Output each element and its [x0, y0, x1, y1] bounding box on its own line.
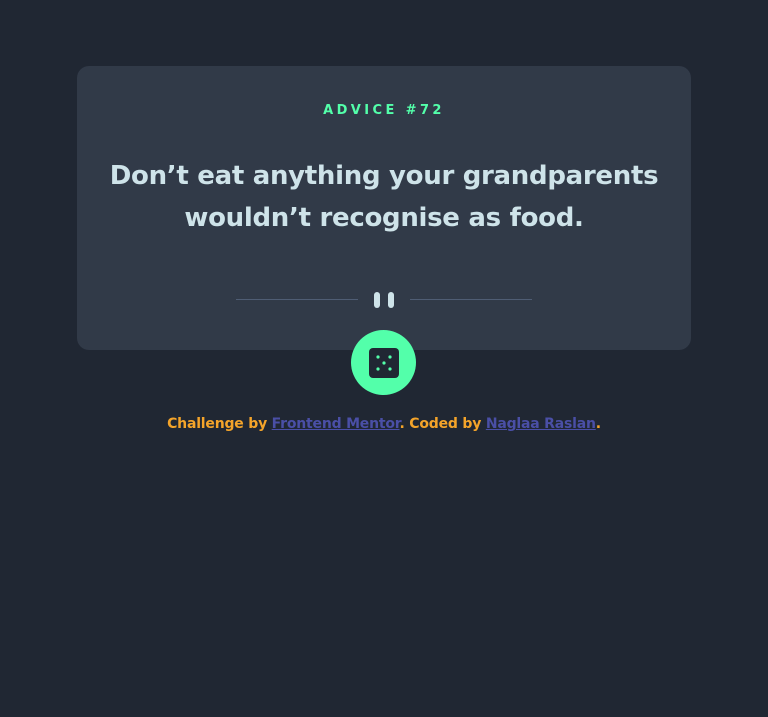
attribution: Challenge by Frontend Mentor. Coded by N… [0, 416, 768, 432]
advice-card: ADVICE #72 Don’t eat anything your grand… [77, 66, 691, 350]
attribution-end-text: . [595, 416, 601, 432]
pause-bar-right [388, 292, 394, 308]
coder-link[interactable]: Naglaa Raslan [486, 416, 596, 432]
advice-id-label: ADVICE #72 [323, 103, 445, 118]
dice-icon [368, 347, 399, 378]
pattern-divider [236, 292, 532, 308]
pause-icon [374, 292, 394, 308]
divider-line-left [236, 299, 358, 300]
divider-line-right [410, 299, 532, 300]
attribution-challenge-text: Challenge by [167, 416, 272, 432]
attribution-coded-text: . Coded by [399, 416, 486, 432]
pause-bar-left [374, 292, 380, 308]
new-advice-button[interactable] [351, 330, 416, 395]
frontend-mentor-link[interactable]: Frontend Mentor [272, 416, 400, 432]
advice-quote: Don’t eat anything your grandparents wou… [109, 161, 659, 233]
